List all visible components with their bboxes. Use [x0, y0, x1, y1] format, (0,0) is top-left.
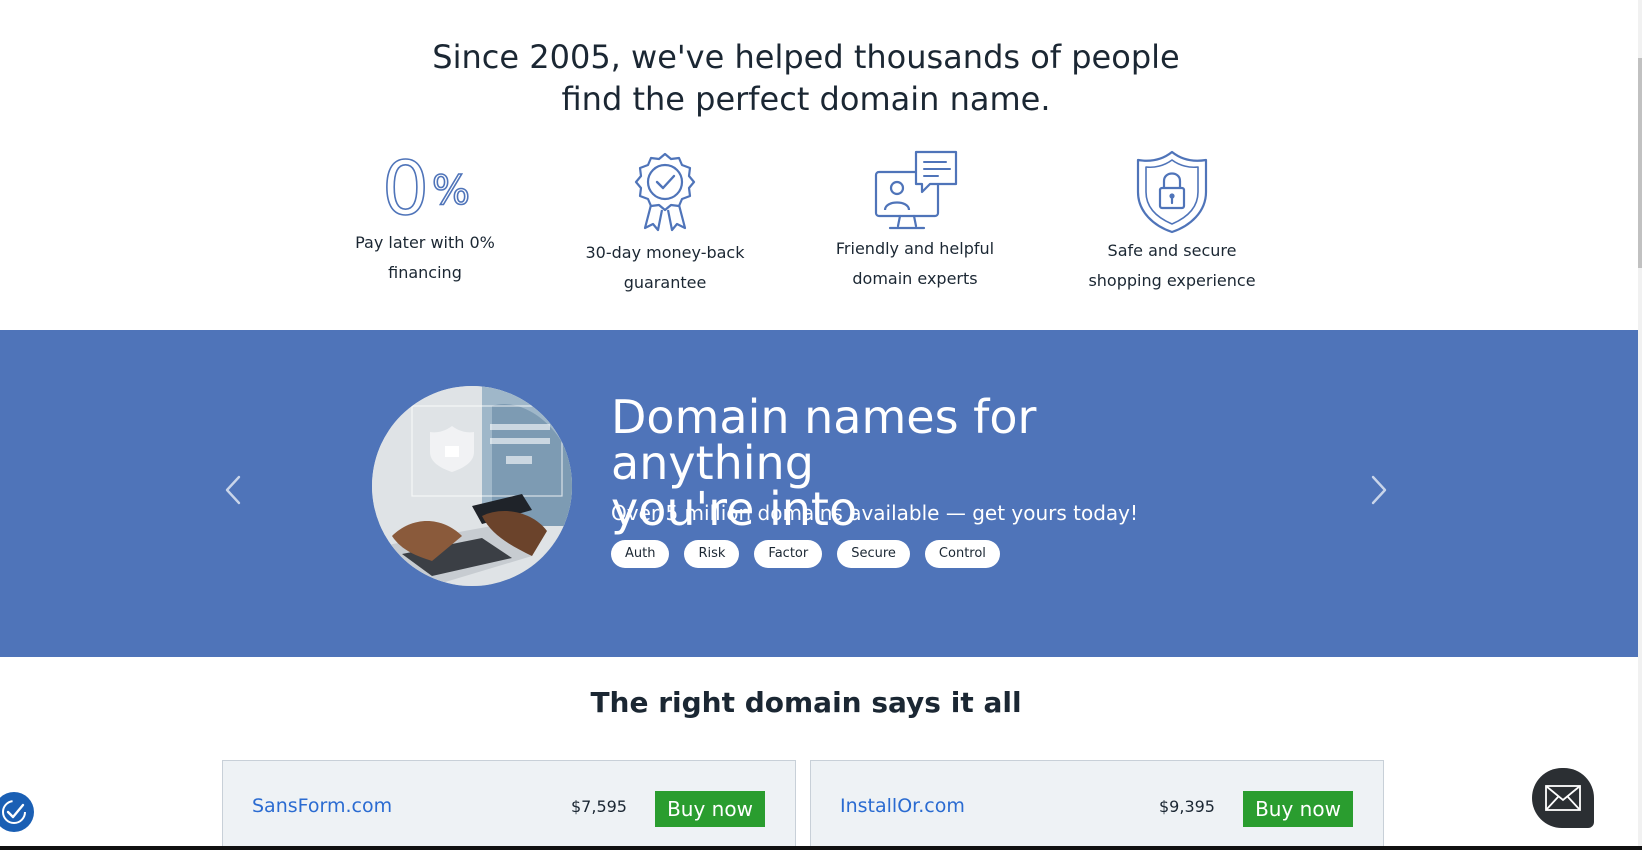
feature-financing-line2: financing	[388, 263, 462, 282]
svg-text:%: %	[432, 168, 470, 214]
award-ribbon-icon	[634, 152, 696, 232]
tag-list: Auth Risk Factor Secure Control	[611, 540, 1000, 568]
scrollbar-thumb[interactable]	[1638, 58, 1642, 268]
feature-experts-line1: Friendly and helpful	[835, 239, 995, 258]
feature-secure: Safe and secure shopping experience	[1077, 150, 1267, 296]
domain-card: SansForm.com $7,595 Buy now	[222, 760, 796, 850]
feature-financing: 0 % Pay later with 0% financing	[330, 150, 520, 288]
chevron-right-icon	[1371, 475, 1387, 505]
domain-link[interactable]: SansForm.com	[252, 795, 392, 817]
tag-secure[interactable]: Secure	[837, 540, 910, 568]
banner-title-line1: Domain names for anything	[611, 390, 1037, 490]
trust-heading-line1: Since 2005, we've helped thousands of pe…	[432, 38, 1180, 76]
zero-percent-icon: 0 %	[381, 150, 470, 222]
carousel-prev-button[interactable]	[218, 470, 248, 510]
banner-image	[372, 386, 572, 586]
feature-guarantee-line2: guarantee	[623, 273, 707, 292]
banner-subtitle: Over 5 million domains available — get y…	[611, 501, 1139, 525]
tag-auth[interactable]: Auth	[611, 540, 670, 568]
trust-heading: Since 2005, we've helped thousands of pe…	[0, 36, 1612, 120]
page: Since 2005, we've helped thousands of pe…	[0, 0, 1642, 850]
feature-experts-line2: domain experts	[852, 269, 978, 288]
tag-control[interactable]: Control	[924, 540, 1000, 568]
svg-text:0: 0	[382, 150, 429, 222]
tag-factor[interactable]: Factor	[754, 540, 823, 568]
domain-link[interactable]: InstallOr.com	[840, 795, 965, 817]
domain-card: InstallOr.com $9,395 Buy now	[810, 760, 1384, 850]
bottom-edge	[0, 846, 1642, 850]
tag-risk[interactable]: Risk	[684, 540, 740, 568]
trust-heading-line2: find the perfect domain name.	[561, 80, 1051, 118]
feature-guarantee: 30-day money-back guarantee	[570, 150, 760, 298]
accessibility-button[interactable]	[0, 792, 34, 832]
domain-price: $7,595	[571, 797, 627, 816]
feature-guarantee-line1: 30-day money-back	[585, 243, 745, 262]
domain-price: $9,395	[1159, 797, 1215, 816]
promo-banner: Domain names for anything you're into Ov…	[0, 330, 1638, 657]
chat-button[interactable]	[1532, 768, 1594, 828]
chevron-left-icon	[225, 475, 241, 505]
feature-financing-line1: Pay later with 0%	[355, 233, 495, 252]
feature-secure-line1: Safe and secure	[1107, 241, 1237, 260]
feature-experts: Friendly and helpful domain experts	[820, 150, 1010, 294]
buy-now-button[interactable]: Buy now	[1243, 791, 1353, 827]
person-holding-phone-security-photo	[372, 386, 572, 586]
feature-secure-line2: shopping experience	[1088, 271, 1256, 290]
carousel-next-button[interactable]	[1364, 470, 1394, 510]
accessibility-check-icon	[2, 800, 26, 824]
shield-lock-icon	[1136, 150, 1208, 234]
chat-support-icon	[874, 150, 958, 230]
buy-now-button[interactable]: Buy now	[655, 791, 765, 827]
listings-heading: The right domain says it all	[590, 686, 1022, 719]
envelope-icon	[1545, 785, 1581, 811]
